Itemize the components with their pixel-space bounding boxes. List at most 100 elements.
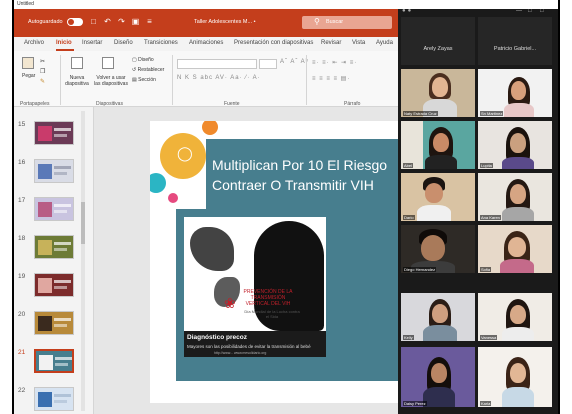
close-icon[interactable]: □ (540, 9, 544, 14)
slide-thumbnail-19[interactable] (34, 273, 74, 297)
thumb-text (55, 363, 68, 366)
thumb-text (54, 242, 71, 245)
slide-number: 21 (18, 349, 26, 356)
participant-tile[interactable]: Sn Martinez (478, 69, 552, 117)
save-icon[interactable]: □ (89, 17, 98, 26)
thumbnails-scrollbar-track[interactable] (81, 111, 85, 411)
thumb-text (54, 248, 67, 251)
slide-thumbnail-16[interactable] (34, 159, 74, 183)
video-background-wall (401, 121, 423, 169)
lightbulb-icon: ◯ (177, 145, 193, 161)
font-size-buttons[interactable]: Aˆ Aˇ Aᵇ (280, 59, 309, 65)
participant-tile[interactable]: Kelly (401, 293, 475, 341)
slide-title[interactable]: Multiplican Por 10 El Riesgo Contraer O … (212, 155, 398, 195)
font-family-dropdown[interactable] (177, 59, 257, 69)
tab-presentacion[interactable]: Presentación con diapositivas (234, 40, 313, 46)
zoom-topbar: ●● — □ □ (398, 9, 558, 17)
participant-name: Patricio Gabriel... (493, 46, 537, 52)
document-title[interactable]: Taller Adolescentes M... • (194, 19, 256, 25)
autosave-label: Autoguardado (28, 19, 63, 25)
participant-tile[interactable]: Lupita (478, 121, 552, 169)
tab-animaciones[interactable]: Animaciones (189, 40, 223, 46)
image-subheading: Día Mundial de la Lucha contra el Sida (244, 309, 300, 319)
font-format-buttons[interactable]: N K S abc AV· Aa· ⁄· A· (177, 75, 261, 81)
participant-body (502, 327, 534, 341)
frame-right-border (558, 0, 560, 414)
paste-button[interactable]: Pegar (22, 73, 35, 79)
participant-body (423, 325, 457, 341)
participant-body (502, 207, 534, 221)
tab-vista[interactable]: Vista (352, 40, 365, 46)
participant-tile[interactable]: Patricio Gabriel... (478, 17, 552, 65)
tab-insertar[interactable]: Insertar (82, 40, 102, 46)
thumb-image (39, 355, 53, 370)
participant-tile[interactable]: Vanessa (478, 293, 552, 341)
reset-button[interactable]: ↺ Restablecer (132, 67, 164, 73)
participant-tile[interactable]: Diego Hernandez (401, 225, 475, 273)
tab-transiciones[interactable]: Transiciones (144, 40, 178, 46)
slide-thumbnail-20[interactable] (34, 311, 74, 335)
participant-tile[interactable]: Dario (401, 173, 475, 221)
ribbon-separator (172, 55, 173, 105)
font-size-dropdown[interactable] (259, 59, 277, 69)
thumb-text (54, 400, 67, 403)
paste-icon[interactable] (22, 57, 34, 69)
participant-name: Sofia (480, 267, 492, 272)
format-painter-icon[interactable]: ✎ (40, 79, 45, 85)
tab-revisar[interactable]: Revisar (321, 40, 341, 46)
redo-icon[interactable]: ↷ (117, 17, 126, 26)
thumbnails-scrollbar-thumb[interactable] (81, 202, 85, 244)
window-dots: ●● (402, 9, 414, 14)
section-button[interactable]: ▤ Sección (132, 77, 156, 83)
decorative-circle-orange (202, 121, 218, 135)
tab-ayuda[interactable]: Ayuda (376, 40, 393, 46)
undo-icon[interactable]: ↶ (103, 17, 112, 26)
slide-title-line-1: Multiplican Por 10 El Riesgo (212, 157, 388, 173)
autosave-toggle[interactable] (67, 18, 83, 26)
new-slide-icon[interactable] (71, 57, 83, 69)
reuse-slides-button[interactable]: Volver a usar las diapositivas (94, 75, 128, 87)
participant-face (510, 305, 526, 324)
slide-thumbnail-15[interactable] (34, 121, 74, 145)
slide-thumbnail-18[interactable] (34, 235, 74, 259)
new-slide-button[interactable]: Nueva diapositiva (64, 75, 90, 87)
layout-button[interactable]: ▢ Diseño (132, 57, 154, 63)
participant-tile[interactable]: Abel (401, 121, 475, 169)
participant-face (432, 77, 448, 97)
tab-archivo[interactable]: Archivo (24, 40, 44, 46)
participant-tile-active-speaker[interactable]: Naty Estrada Cruz (401, 69, 475, 117)
slide-number: 15 (18, 121, 26, 128)
participant-tile[interactable]: Arely Zayas (401, 17, 475, 65)
search-box[interactable]: ⚲ Buscar (302, 16, 392, 29)
reuse-slides-icon[interactable] (102, 57, 114, 69)
current-slide[interactable]: ◯ Multiplican Por 10 El Riesgo Contraer … (150, 121, 398, 403)
slideshow-icon[interactable]: ▣ (131, 17, 140, 26)
slide-thumbnail-22[interactable] (34, 387, 74, 411)
image-caption-url: http://www... www.mesolidario.org (214, 351, 267, 355)
minimize-icon[interactable]: — (516, 9, 522, 14)
slide-title-line-2: Contraer O Transmitir VIH (212, 177, 374, 193)
participant-name: Naty Estrada Cruz (403, 111, 438, 116)
participant-tile[interactable]: Karla (478, 347, 552, 407)
toggle-knob (68, 19, 74, 25)
decorative-circle-teal (150, 173, 166, 193)
copy-icon[interactable]: ❐ (40, 69, 45, 75)
tab-diseno[interactable]: Diseño (114, 40, 133, 46)
cut-icon[interactable]: ✂ (40, 59, 45, 65)
participant-tile[interactable]: Sofia (478, 225, 552, 273)
layout-label: Diseño (138, 57, 154, 63)
slide-thumbnail-17[interactable] (34, 197, 74, 221)
customize-quick-access-icon[interactable]: ≡ (145, 17, 154, 26)
list-buttons[interactable]: ≡· ≡· ⇤ ⇥ ≡· (312, 59, 357, 66)
tab-inicio[interactable]: Inicio (56, 40, 72, 46)
maximize-icon[interactable]: □ (528, 9, 532, 14)
slide-number: 18 (18, 235, 26, 242)
participant-tile[interactable]: Daisy Perez (401, 347, 475, 407)
alignment-buttons[interactable]: ≡ ≡ ≡ ≡ ▤· (312, 75, 350, 82)
participant-tile[interactable]: Ana Karen (478, 173, 552, 221)
participant-name: Karla (480, 401, 492, 406)
participant-face (432, 304, 448, 323)
participant-name: Arely Zayas (423, 46, 453, 52)
slide-image[interactable]: ❀ PREVENCIÓN DE LA TRANSMISIÓN VERTICAL … (184, 217, 326, 357)
slide-thumbnail-21[interactable] (34, 349, 74, 373)
